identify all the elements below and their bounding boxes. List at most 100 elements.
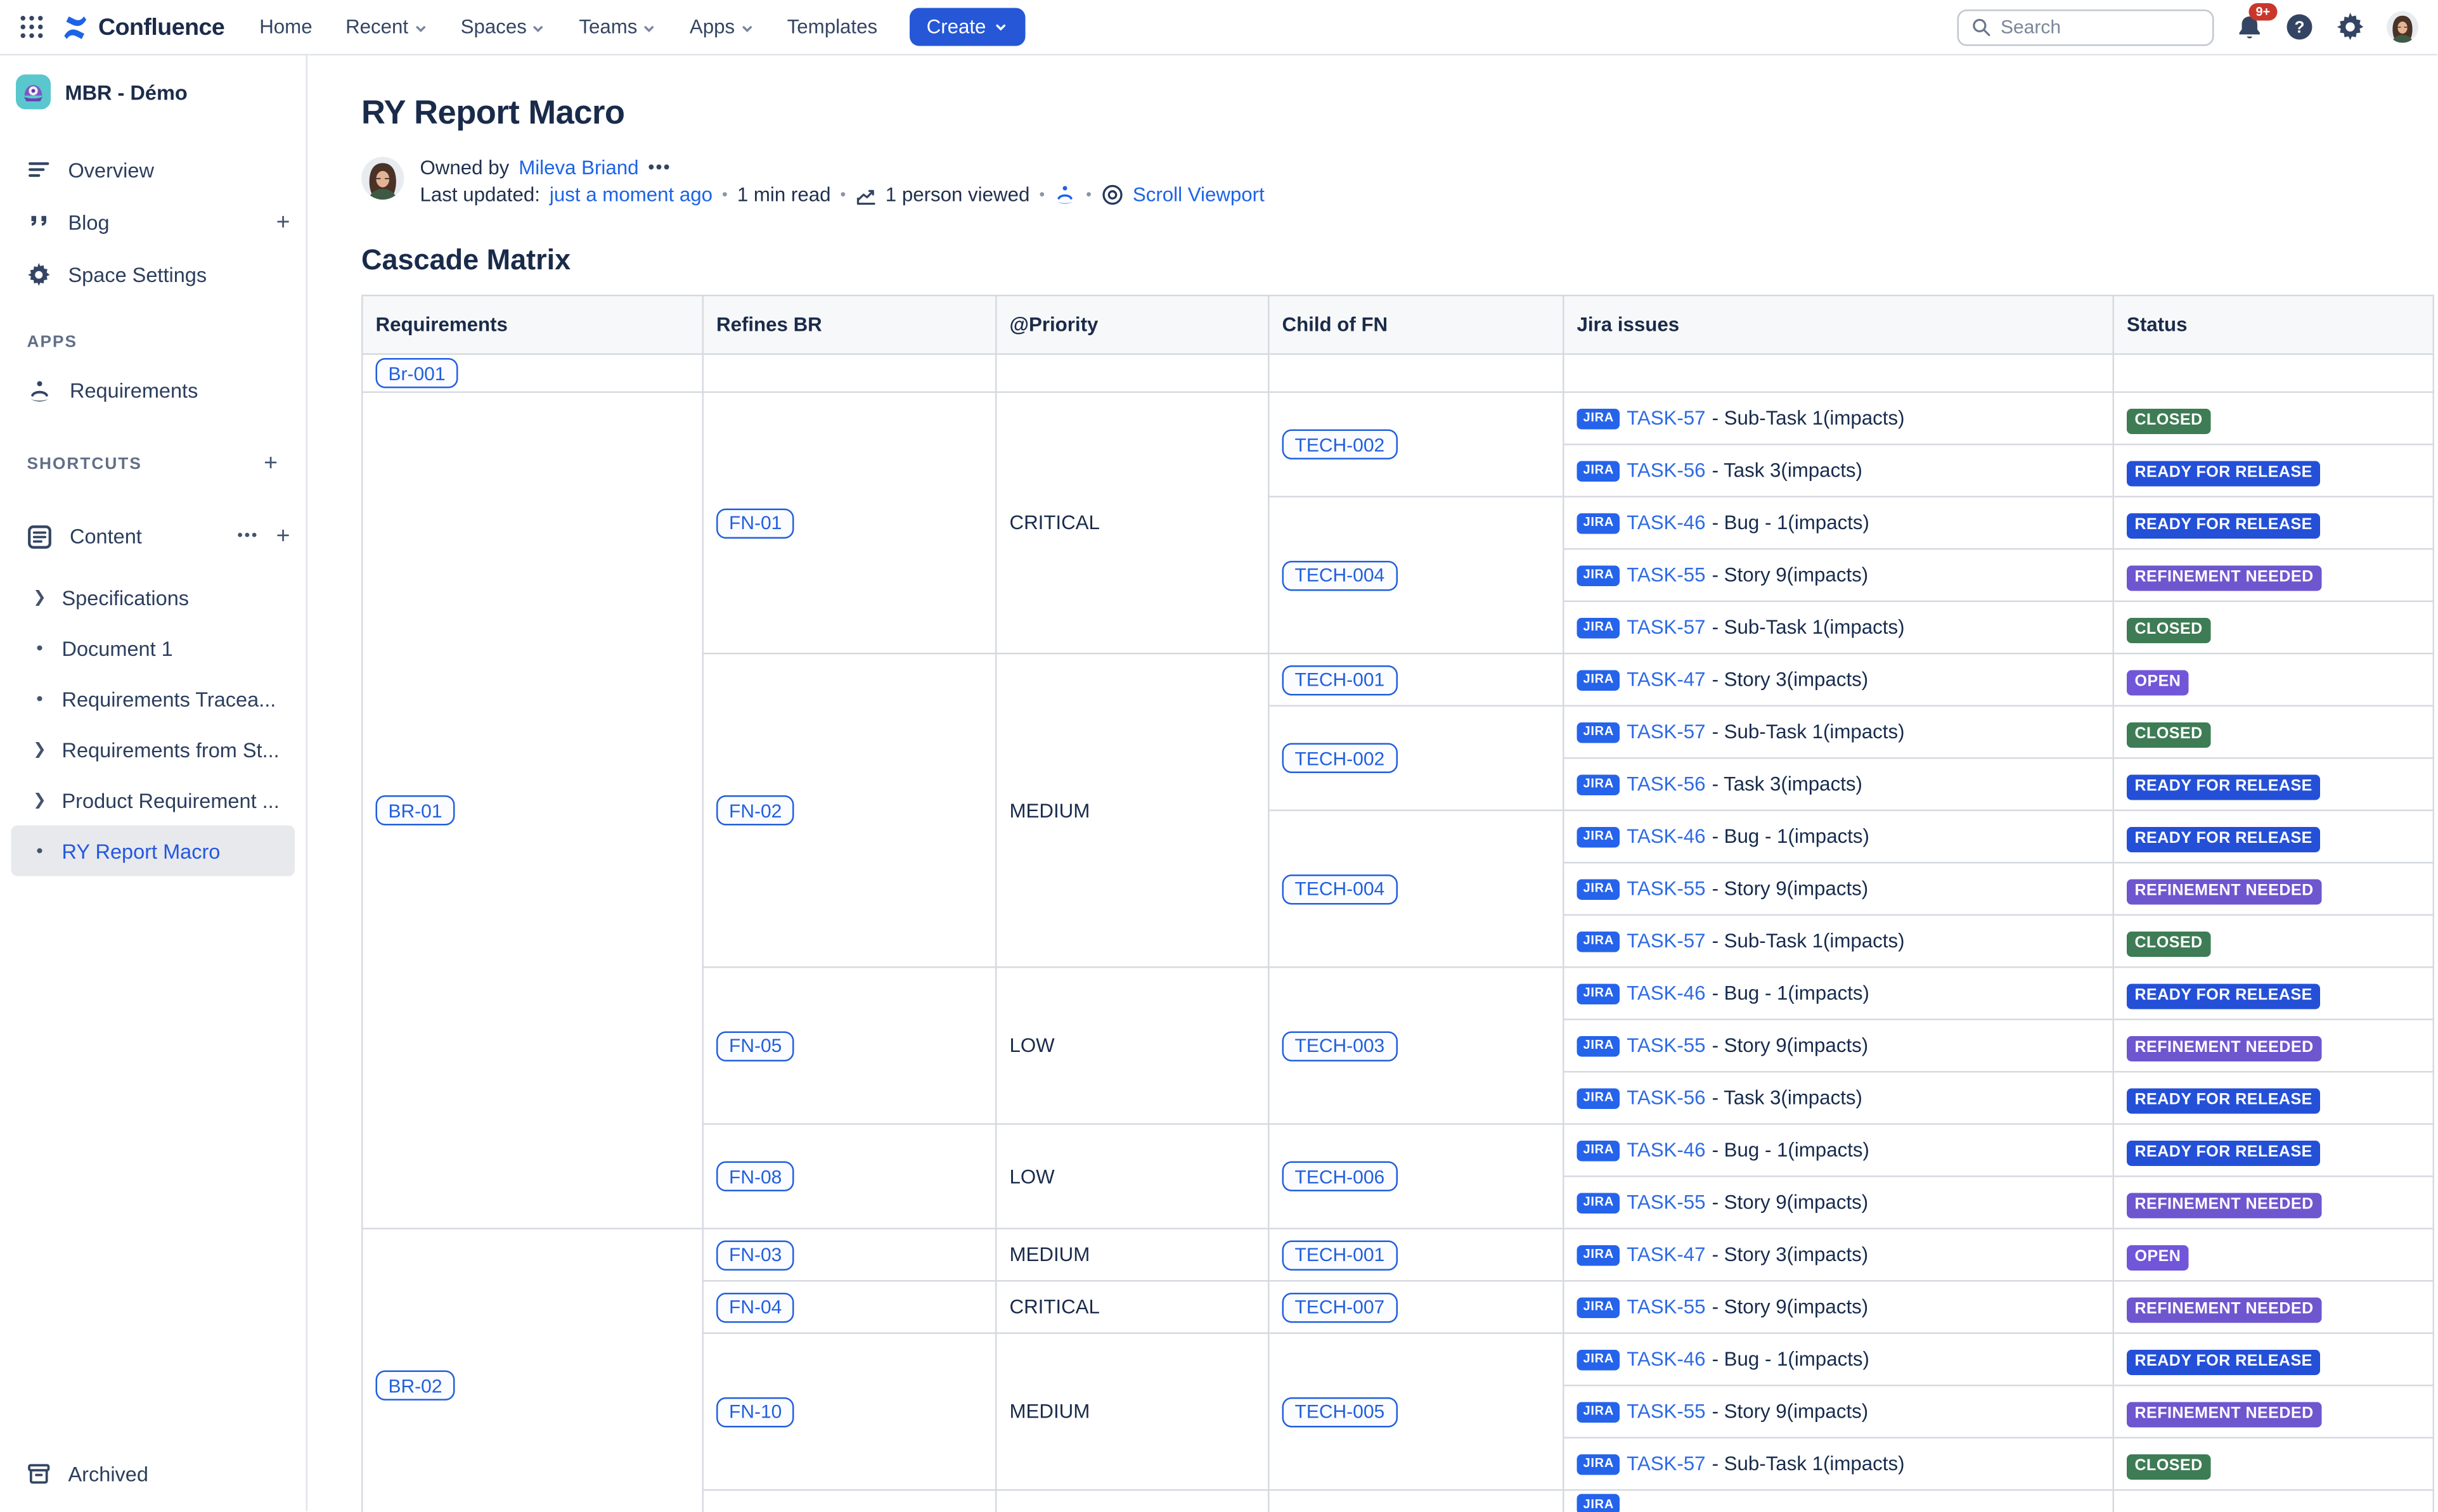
- tree-item-document-1[interactable]: •Document 1: [11, 623, 295, 674]
- fn-pill[interactable]: FN-01: [716, 508, 794, 538]
- fn-pill[interactable]: FN-08: [716, 1162, 794, 1192]
- tree-item-ry-report-macro[interactable]: •RY Report Macro: [11, 826, 295, 876]
- sidebar-item-space-settings[interactable]: Space Settings: [0, 249, 306, 302]
- expand-chevron-icon[interactable]: ❯: [32, 741, 48, 759]
- tech-pill[interactable]: TECH-002: [1282, 743, 1398, 774]
- tree-item-requirements-from-st[interactable]: ❯Requirements from St...: [11, 724, 295, 775]
- search-input[interactable]: Search: [1957, 9, 2214, 46]
- expand-chevron-icon[interactable]: ❯: [32, 589, 48, 606]
- jira-badge[interactable]: JIRA: [1577, 931, 1621, 952]
- notifications-button[interactable]: 9+: [2236, 13, 2264, 41]
- jira-badge[interactable]: JIRA: [1577, 1494, 1621, 1512]
- nav-item-home[interactable]: Home: [259, 16, 312, 38]
- jira-issue-link[interactable]: TASK-56: [1627, 773, 1705, 795]
- jira-issue-link[interactable]: TASK-47: [1627, 669, 1705, 691]
- jira-badge[interactable]: JIRA: [1577, 1035, 1621, 1056]
- content-more-icon[interactable]: •••: [237, 528, 259, 546]
- nav-item-templates[interactable]: Templates: [787, 16, 877, 38]
- add-content-icon[interactable]: +: [276, 525, 290, 549]
- jira-issue-link[interactable]: TASK-55: [1627, 1400, 1705, 1423]
- jira-badge[interactable]: JIRA: [1577, 1454, 1621, 1475]
- tree-item-specifications[interactable]: ❯Specifications: [11, 572, 295, 623]
- jira-badge[interactable]: JIRA: [1577, 565, 1621, 586]
- tech-pill[interactable]: TECH-004: [1282, 874, 1398, 904]
- jira-issue-link[interactable]: TASK-55: [1627, 878, 1705, 900]
- fn-pill[interactable]: FN-10: [716, 1397, 794, 1427]
- jira-issue-link[interactable]: TASK-56: [1627, 1087, 1705, 1109]
- tech-pill[interactable]: TECH-003: [1282, 1030, 1398, 1061]
- jira-issue-link[interactable]: TASK-55: [1627, 1035, 1705, 1057]
- jira-badge[interactable]: JIRA: [1577, 1349, 1621, 1370]
- tech-pill[interactable]: TECH-006: [1282, 1162, 1398, 1192]
- jira-badge[interactable]: JIRA: [1577, 722, 1621, 743]
- tech-pill[interactable]: TECH-007: [1282, 1292, 1398, 1323]
- user-avatar[interactable]: [2387, 11, 2419, 43]
- space-header[interactable]: MBR - Démo: [0, 75, 306, 110]
- expand-chevron-icon[interactable]: ❯: [32, 791, 48, 809]
- sidebar-item-archived[interactable]: Archived: [0, 1449, 306, 1501]
- req-pill[interactable]: BR-02: [376, 1371, 455, 1401]
- nav-item-spaces[interactable]: Spaces: [461, 16, 546, 38]
- jira-issue-link[interactable]: TASK-47: [1627, 1244, 1705, 1266]
- jira-issue-link[interactable]: TASK-55: [1627, 1191, 1705, 1214]
- jira-issue-link[interactable]: TASK-57: [1627, 1453, 1705, 1475]
- add-shortcut-icon[interactable]: +: [264, 452, 279, 476]
- fn-pill[interactable]: FN-05: [716, 1030, 794, 1061]
- tech-pill[interactable]: TECH-004: [1282, 560, 1398, 591]
- sidebar-item-overview[interactable]: Overview: [0, 144, 306, 197]
- settings-button[interactable]: [2337, 13, 2365, 41]
- jira-issue-link[interactable]: TASK-46: [1627, 1349, 1705, 1371]
- sidebar-item-requirements[interactable]: Requirements: [0, 364, 306, 417]
- sidebar-item-blog[interactable]: Blog +: [0, 196, 306, 249]
- jira-issue-link[interactable]: TASK-57: [1627, 721, 1705, 743]
- help-button[interactable]: ?: [2286, 13, 2314, 41]
- nav-item-teams[interactable]: Teams: [579, 16, 656, 38]
- tech-pill[interactable]: TECH-001: [1282, 1240, 1398, 1270]
- tech-pill[interactable]: TECH-005: [1282, 1397, 1398, 1427]
- viewed-count[interactable]: 1 person viewed: [886, 184, 1030, 206]
- jira-issue-link[interactable]: TASK-46: [1627, 826, 1705, 848]
- jira-issue-link[interactable]: TASK-56: [1627, 459, 1705, 482]
- jira-issue-link[interactable]: TASK-46: [1627, 1139, 1705, 1162]
- tech-pill[interactable]: TECH-002: [1282, 430, 1398, 460]
- jira-issue-link[interactable]: TASK-57: [1627, 407, 1705, 430]
- jira-badge[interactable]: JIRA: [1577, 878, 1621, 899]
- add-blog-icon[interactable]: +: [276, 211, 290, 235]
- create-button[interactable]: Create: [909, 8, 1026, 46]
- jira-issue-link[interactable]: TASK-55: [1627, 1296, 1705, 1318]
- scroll-viewport-link[interactable]: Scroll Viewport: [1133, 184, 1265, 206]
- fn-pill[interactable]: FN-03: [716, 1240, 794, 1270]
- tree-item-product-requirement[interactable]: ❯Product Requirement ...: [11, 775, 295, 826]
- jira-badge[interactable]: JIRA: [1577, 1297, 1621, 1317]
- byline-more-icon[interactable]: •••: [648, 158, 671, 177]
- jira-badge[interactable]: JIRA: [1577, 826, 1621, 847]
- jira-badge[interactable]: JIRA: [1577, 1401, 1621, 1422]
- jira-issue-link[interactable]: TASK-46: [1627, 512, 1705, 534]
- jira-badge[interactable]: JIRA: [1577, 983, 1621, 1004]
- jira-issue-link[interactable]: TASK-57: [1627, 930, 1705, 952]
- jira-badge[interactable]: JIRA: [1577, 774, 1621, 795]
- app-switcher-icon[interactable]: [19, 15, 44, 40]
- jira-badge[interactable]: JIRA: [1577, 669, 1621, 690]
- confluence-logo[interactable]: Confluence: [60, 12, 224, 42]
- jira-badge[interactable]: JIRA: [1577, 1245, 1621, 1265]
- last-updated-link[interactable]: just a moment ago: [550, 184, 713, 206]
- jira-badge[interactable]: JIRA: [1577, 460, 1621, 481]
- jira-issue-link[interactable]: TASK-55: [1627, 564, 1705, 586]
- req-pill[interactable]: BR-01: [376, 795, 455, 826]
- requirements-app-mini-icon[interactable]: [1054, 184, 1076, 206]
- nav-item-recent[interactable]: Recent: [345, 16, 427, 38]
- jira-badge[interactable]: JIRA: [1577, 1192, 1621, 1213]
- jira-badge[interactable]: JIRA: [1577, 1140, 1621, 1161]
- jira-badge[interactable]: JIRA: [1577, 617, 1621, 638]
- jira-issue-link[interactable]: TASK-57: [1627, 617, 1705, 639]
- tech-pill[interactable]: TECH-001: [1282, 665, 1398, 695]
- jira-badge[interactable]: JIRA: [1577, 513, 1621, 534]
- jira-badge[interactable]: JIRA: [1577, 1087, 1621, 1108]
- sidebar-item-content[interactable]: Content ••• +: [0, 510, 306, 563]
- jira-issue-link[interactable]: TASK-46: [1627, 982, 1705, 1004]
- tree-item-requirements-tracea[interactable]: •Requirements Tracea...: [11, 674, 295, 724]
- owner-avatar[interactable]: [361, 157, 404, 200]
- nav-item-apps[interactable]: Apps: [690, 16, 754, 38]
- owner-link[interactable]: Mileva Briand: [519, 157, 638, 179]
